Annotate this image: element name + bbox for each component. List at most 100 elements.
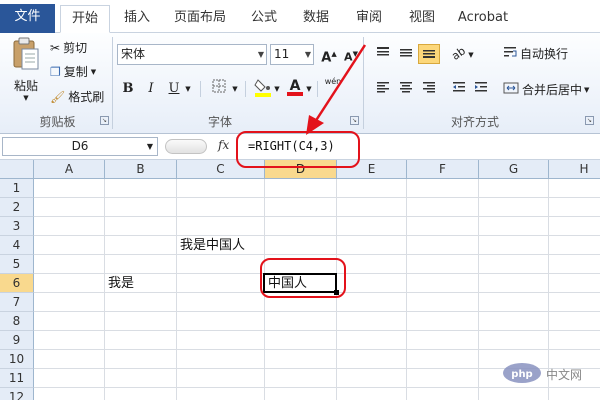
paint-bucket-icon	[254, 79, 272, 101]
font-name-combo[interactable]: 宋体 ▼	[117, 44, 267, 65]
fill-color-button[interactable]	[252, 77, 274, 97]
column-header-b[interactable]: B	[105, 160, 177, 179]
format-painter-label: 格式刷	[68, 90, 105, 104]
paste-label: 粘贴	[13, 79, 38, 93]
tab-formulas[interactable]: 公式	[242, 5, 286, 33]
select-all-corner[interactable]	[0, 160, 34, 179]
column-header-g[interactable]: G	[479, 160, 549, 179]
row-header-10[interactable]: 10	[0, 350, 34, 369]
column-header-f[interactable]: F	[407, 160, 479, 179]
tab-file[interactable]: 文件	[0, 4, 55, 33]
align-bottom-button[interactable]	[418, 44, 440, 64]
borders-icon	[212, 79, 226, 97]
svg-text:php: php	[511, 369, 532, 380]
gridline	[34, 197, 600, 198]
copy-label: 复制	[63, 65, 88, 79]
merge-center-icon	[503, 82, 519, 97]
paste-button[interactable]: 粘贴 ▼	[8, 37, 44, 103]
row-header-6[interactable]: 6	[0, 274, 34, 293]
gridline	[34, 311, 600, 312]
align-center-icon	[399, 82, 413, 97]
chevron-down-icon[interactable]: ▼	[230, 79, 240, 99]
separator	[200, 81, 201, 97]
alignment-launcher-icon[interactable]: ↘	[585, 116, 594, 125]
wrap-text-icon	[503, 46, 517, 61]
chevron-down-icon: ▼	[90, 67, 97, 76]
font-name-value: 宋体	[121, 47, 146, 61]
merge-center-button[interactable]: 合并后居中 ▼	[503, 81, 589, 98]
wrap-text-label: 自动换行	[520, 47, 569, 61]
copy-icon: ❐	[50, 64, 61, 79]
format-painter-button[interactable]: 🖌 格式刷	[50, 88, 104, 105]
watermark-text: 中文网	[546, 368, 583, 382]
row-header-12[interactable]: 12	[0, 388, 34, 400]
tab-view[interactable]: 视图	[400, 5, 444, 33]
gridline	[34, 216, 600, 217]
formula-bar-resize-handle[interactable]	[165, 139, 207, 154]
ribbon-tab-bar: 文件 开始 插入 页面布局 公式 数据 审阅 视图 Acrobat	[0, 0, 600, 33]
tab-insert[interactable]: 插入	[113, 5, 161, 33]
row-header-4[interactable]: 4	[0, 236, 34, 255]
align-middle-icon	[399, 47, 413, 62]
gridline	[34, 235, 600, 236]
row-header-8[interactable]: 8	[0, 312, 34, 331]
bold-button[interactable]: B	[117, 79, 139, 99]
row-header-7[interactable]: 7	[0, 293, 34, 312]
column-header-h[interactable]: H	[549, 160, 600, 179]
align-right-button[interactable]	[418, 80, 440, 100]
row-header-9[interactable]: 9	[0, 331, 34, 350]
align-center-button[interactable]	[395, 80, 417, 100]
borders-button[interactable]	[208, 79, 230, 99]
wrap-text-button[interactable]: 自动换行	[503, 45, 568, 62]
gridline	[34, 387, 600, 388]
increase-indent-icon	[474, 82, 488, 97]
php-logo-icon: php	[503, 363, 541, 383]
merge-center-label: 合并后居中	[522, 83, 583, 97]
row-header-5[interactable]: 5	[0, 255, 34, 274]
underline-button[interactable]: U	[163, 79, 185, 99]
format-painter-icon: 🖌	[50, 89, 66, 104]
name-box[interactable]: D6 ▼	[2, 137, 158, 156]
row-header-2[interactable]: 2	[0, 198, 34, 217]
chevron-down-icon: ▼	[146, 142, 153, 151]
cut-button[interactable]: ✂ 剪切	[50, 39, 87, 56]
clipboard-group-label: 剪贴板	[39, 115, 76, 129]
cell-c4[interactable]: 我是中国人	[177, 236, 245, 255]
row-header-11[interactable]: 11	[0, 369, 34, 388]
tab-home[interactable]: 开始	[60, 5, 110, 33]
font-group-label: 字体	[207, 115, 232, 129]
clipboard-launcher-icon[interactable]: ↘	[100, 116, 109, 125]
tab-acrobat[interactable]: Acrobat	[452, 5, 514, 33]
row-header-3[interactable]: 3	[0, 217, 34, 236]
tab-page-layout[interactable]: 页面布局	[167, 5, 233, 33]
alignment-group-label: 对齐方式	[450, 115, 499, 129]
gridline	[406, 179, 407, 400]
chevron-down-icon[interactable]: ▼	[183, 79, 193, 99]
decrease-indent-icon	[452, 82, 466, 97]
chevron-down-icon[interactable]: ▼	[466, 45, 476, 65]
cut-label: 剪切	[63, 41, 88, 55]
column-header-a[interactable]: A	[34, 160, 105, 179]
align-right-icon	[422, 82, 436, 97]
decrease-indent-button[interactable]	[448, 80, 470, 100]
gridline	[34, 349, 600, 350]
copy-button[interactable]: ❐ 复制 ▼	[50, 63, 96, 80]
chevron-down-icon: ▼	[23, 94, 29, 102]
group-divider	[112, 37, 113, 129]
paste-icon	[12, 37, 40, 71]
row-header-1[interactable]: 1	[0, 179, 34, 198]
chevron-down-icon: ▼	[257, 50, 264, 59]
insert-function-icon[interactable]: fx	[218, 138, 229, 152]
align-middle-button[interactable]	[395, 45, 417, 65]
align-bottom-icon	[422, 47, 436, 62]
cell-b6[interactable]: 我是	[105, 274, 134, 293]
increase-indent-button[interactable]	[470, 80, 492, 100]
italic-button[interactable]: I	[140, 79, 162, 99]
result-highlight-annotation	[260, 258, 346, 298]
tab-data[interactable]: 数据	[294, 5, 338, 33]
chevron-down-icon: ▼	[584, 85, 590, 94]
gridline	[478, 179, 479, 400]
watermark: php	[502, 362, 542, 387]
annotation-arrow-icon	[306, 44, 367, 135]
tab-review[interactable]: 审阅	[347, 5, 391, 33]
